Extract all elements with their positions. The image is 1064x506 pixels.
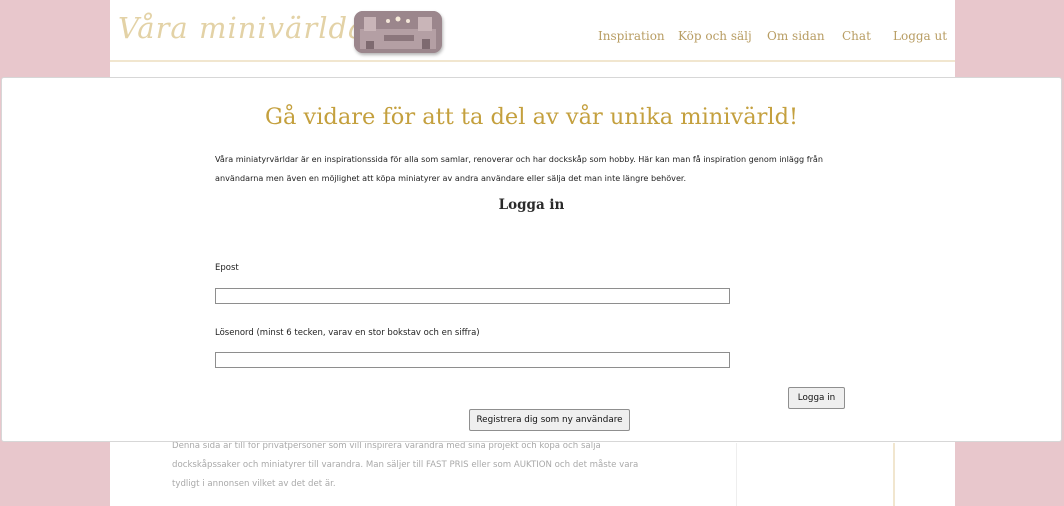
password-field[interactable] [215, 352, 730, 368]
login-button[interactable]: Logga in [788, 387, 845, 409]
nav-kop-och-salj[interactable]: Köp och sälj [678, 29, 752, 43]
password-label: Lösenord (minst 6 tecken, varav en stor … [215, 328, 480, 338]
sidebar-border [893, 443, 895, 506]
modal-title: Gå vidare för att ta del av vår unika mi… [264, 104, 799, 130]
register-button[interactable]: Registrera dig som ny användare [469, 409, 630, 431]
nav-chat[interactable]: Chat [842, 29, 871, 43]
site-header: Våra minivärldar Inspiration Köp och säl… [110, 5, 955, 62]
login-modal: Gå vidare för att ta del av vår unika mi… [1, 77, 1062, 442]
nav-inspiration[interactable]: Inspiration [598, 29, 665, 43]
main-nav: Inspiration Köp och sälj Om sidan Chat L… [110, 5, 955, 60]
email-field[interactable] [215, 288, 730, 304]
background-body-text: Denna sida är till för privatpersoner so… [172, 441, 639, 489]
sidebar-divider [736, 443, 737, 506]
login-heading: Logga in [498, 197, 565, 213]
nav-logga-ut[interactable]: Logga ut [893, 29, 947, 43]
intro-text: Våra miniatyrvärldar är en inspirationss… [215, 154, 824, 183]
nav-om-sidan[interactable]: Om sidan [767, 29, 825, 43]
email-label: Epost [215, 263, 239, 273]
